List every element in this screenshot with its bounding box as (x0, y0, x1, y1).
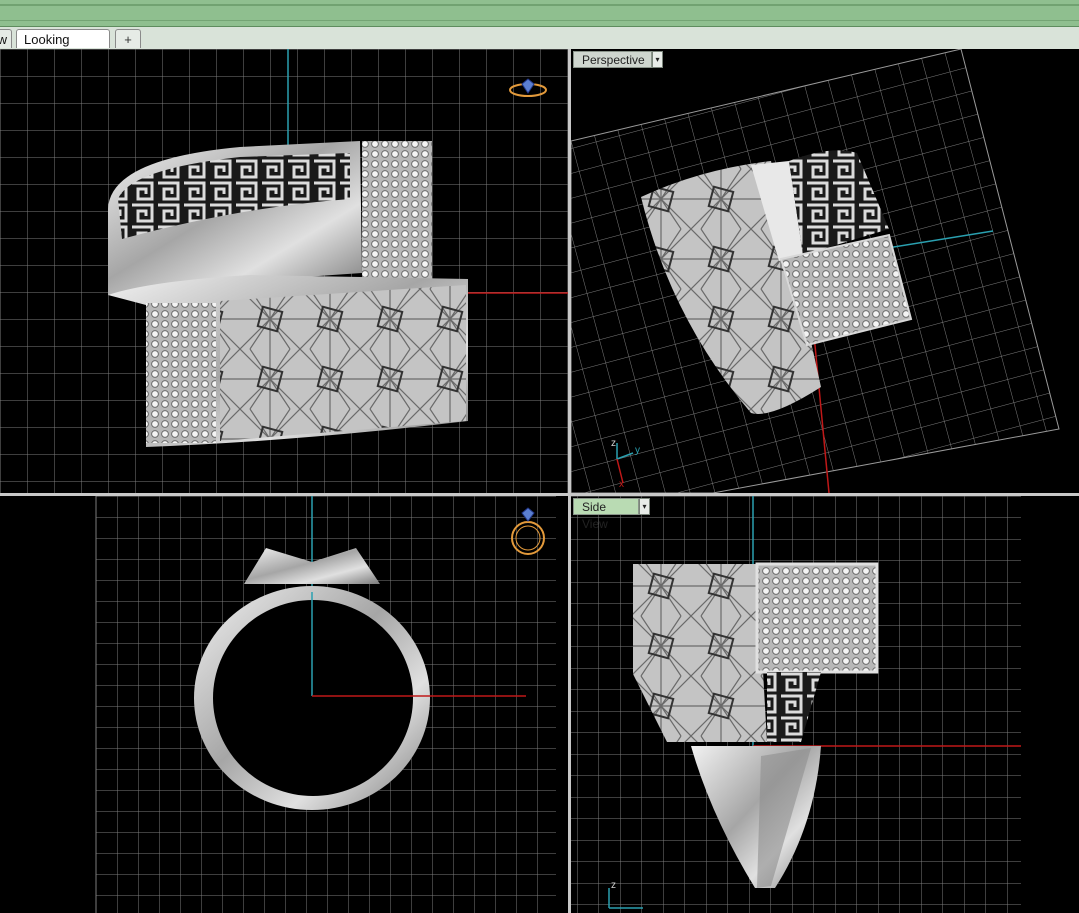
add-tab-icon: + (124, 32, 132, 47)
viewport-bottom-left[interactable] (0, 496, 568, 913)
top-left-canvas (0, 49, 568, 493)
viewport-divider-horizontal[interactable] (0, 493, 1079, 496)
tab-previous[interactable]: w (0, 29, 12, 48)
side-canvas: z (571, 496, 1021, 913)
viewport-top-left[interactable] (0, 49, 568, 493)
axis-x-label: x (619, 479, 624, 490)
axis-z-label: z (611, 880, 616, 891)
dropdown-arrow-icon[interactable]: ▾ (652, 51, 663, 68)
bottom-left-canvas (95, 496, 556, 913)
axis-z-label: z (611, 438, 616, 449)
title-bar (0, 0, 1079, 27)
side-view-label[interactable]: Side View (573, 498, 639, 531)
tab-looking-down[interactable]: Looking Down (16, 29, 110, 66)
viewport-perspective[interactable]: z y x Perspective ▾ (571, 49, 1079, 493)
dropdown-arrow-icon[interactable]: ▾ (639, 498, 650, 515)
axis-y-label: y (635, 445, 640, 456)
viewport-divider-vertical[interactable] (568, 49, 571, 913)
perspective-view-label[interactable]: Perspective (573, 51, 652, 68)
viewport-tab-bar: w Looking Down + (0, 27, 1079, 66)
add-tab-button[interactable]: + (115, 29, 141, 48)
viewport-side[interactable]: z Side View ▾ (571, 496, 1079, 913)
perspective-canvas: z y x (571, 49, 1060, 493)
